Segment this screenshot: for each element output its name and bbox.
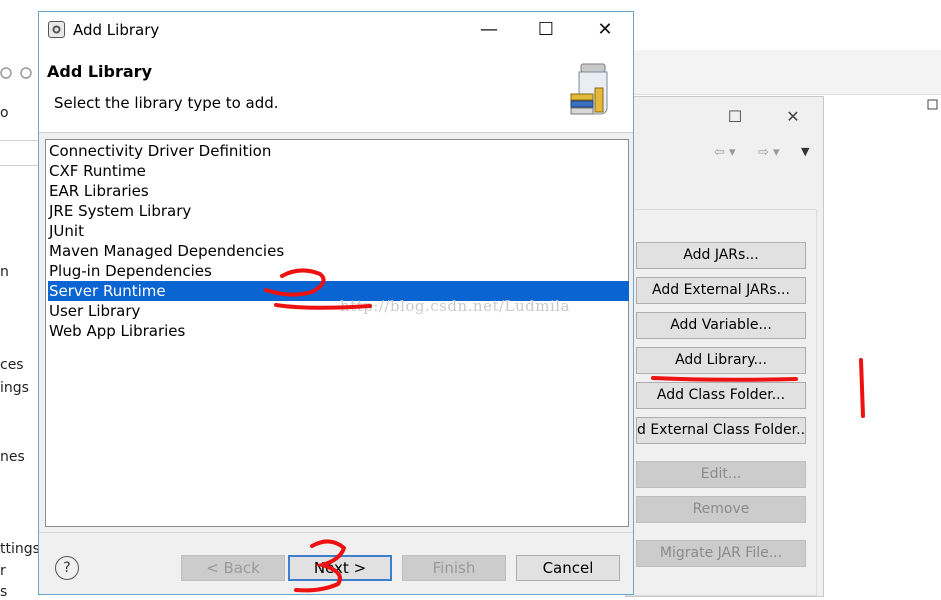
list-item[interactable]: JRE System Library xyxy=(48,201,629,221)
eclipse-app-icon xyxy=(48,21,65,38)
list-item[interactable]: EAR Libraries xyxy=(48,181,629,201)
add-external-class-folder-button[interactable]: d External Class Folder... xyxy=(636,417,806,444)
library-jar-icon xyxy=(570,63,608,115)
maximize-icon[interactable]: ☐ xyxy=(723,105,747,129)
background-left-panel: o n ces ings nes ttings r s xyxy=(0,0,40,600)
page-title: Add Library xyxy=(47,62,152,81)
footer-divider xyxy=(39,532,633,533)
list-item[interactable]: JUnit xyxy=(48,221,629,241)
restore-icon xyxy=(927,99,938,110)
add-external-jars-button[interactable]: Add External JARs... xyxy=(636,277,806,304)
minimize-icon[interactable]: — xyxy=(469,16,509,44)
background-input-fragment xyxy=(0,140,40,166)
dialog-header: Add Library Select the library type to a… xyxy=(39,48,633,133)
add-library-button[interactable]: Add Library... xyxy=(636,347,806,374)
close-icon[interactable]: ✕ xyxy=(781,105,805,129)
annotation-mark-1 xyxy=(859,358,865,418)
background-editor-fragment xyxy=(823,96,941,126)
dialog-titlebar[interactable]: Add Library — ☐ ✕ xyxy=(39,12,633,48)
background-text-fragment: o xyxy=(0,105,9,121)
maximize-icon[interactable]: ☐ xyxy=(526,16,566,44)
list-item[interactable]: Web App Libraries xyxy=(48,321,629,341)
library-type-list[interactable]: Connectivity Driver Definition CXF Runti… xyxy=(45,139,629,527)
close-icon[interactable]: ✕ xyxy=(585,16,625,44)
back-nav-icon[interactable]: ⇦ ▾ xyxy=(714,145,736,160)
background-text-fragment: nes xyxy=(0,449,25,465)
list-item[interactable]: Plug-in Dependencies xyxy=(48,261,629,281)
remove-button[interactable]: Remove xyxy=(636,496,806,523)
watermark-text: http://blog.csdn.net/Ludmila xyxy=(340,297,571,315)
add-class-folder-button[interactable]: Add Class Folder... xyxy=(636,382,806,409)
view-menu-icon[interactable]: ▼ xyxy=(801,145,809,158)
dialog-title: Add Library xyxy=(73,21,160,39)
add-variable-button[interactable]: Add Variable... xyxy=(636,312,806,339)
help-button[interactable]: ? xyxy=(55,556,79,580)
finish-button[interactable]: Finish xyxy=(402,555,506,581)
background-text-fragment: n xyxy=(0,264,9,280)
cancel-button[interactable]: Cancel xyxy=(516,555,620,581)
list-item[interactable]: Connectivity Driver Definition xyxy=(48,141,629,161)
back-button[interactable]: < Back xyxy=(181,555,285,581)
background-text-fragment: s xyxy=(0,584,8,600)
add-jars-button[interactable]: Add JARs... xyxy=(636,242,806,269)
forward-nav-icon[interactable]: ⇨ ▾ xyxy=(758,145,780,160)
list-item[interactable]: CXF Runtime xyxy=(48,161,629,181)
page-description: Select the library type to add. xyxy=(54,94,279,112)
toolbar-icons-fragment xyxy=(0,66,34,80)
edit-button[interactable]: Edit... xyxy=(636,461,806,488)
background-text-fragment: ces xyxy=(0,357,24,373)
next-button[interactable]: Next > xyxy=(288,555,392,581)
background-text-fragment: r xyxy=(0,563,6,579)
migrate-jar-file-button[interactable]: Migrate JAR File... xyxy=(636,540,806,567)
list-item[interactable]: Maven Managed Dependencies xyxy=(48,241,629,261)
background-text-fragment: ings xyxy=(0,380,29,396)
background-text-fragment: ttings xyxy=(0,541,40,557)
